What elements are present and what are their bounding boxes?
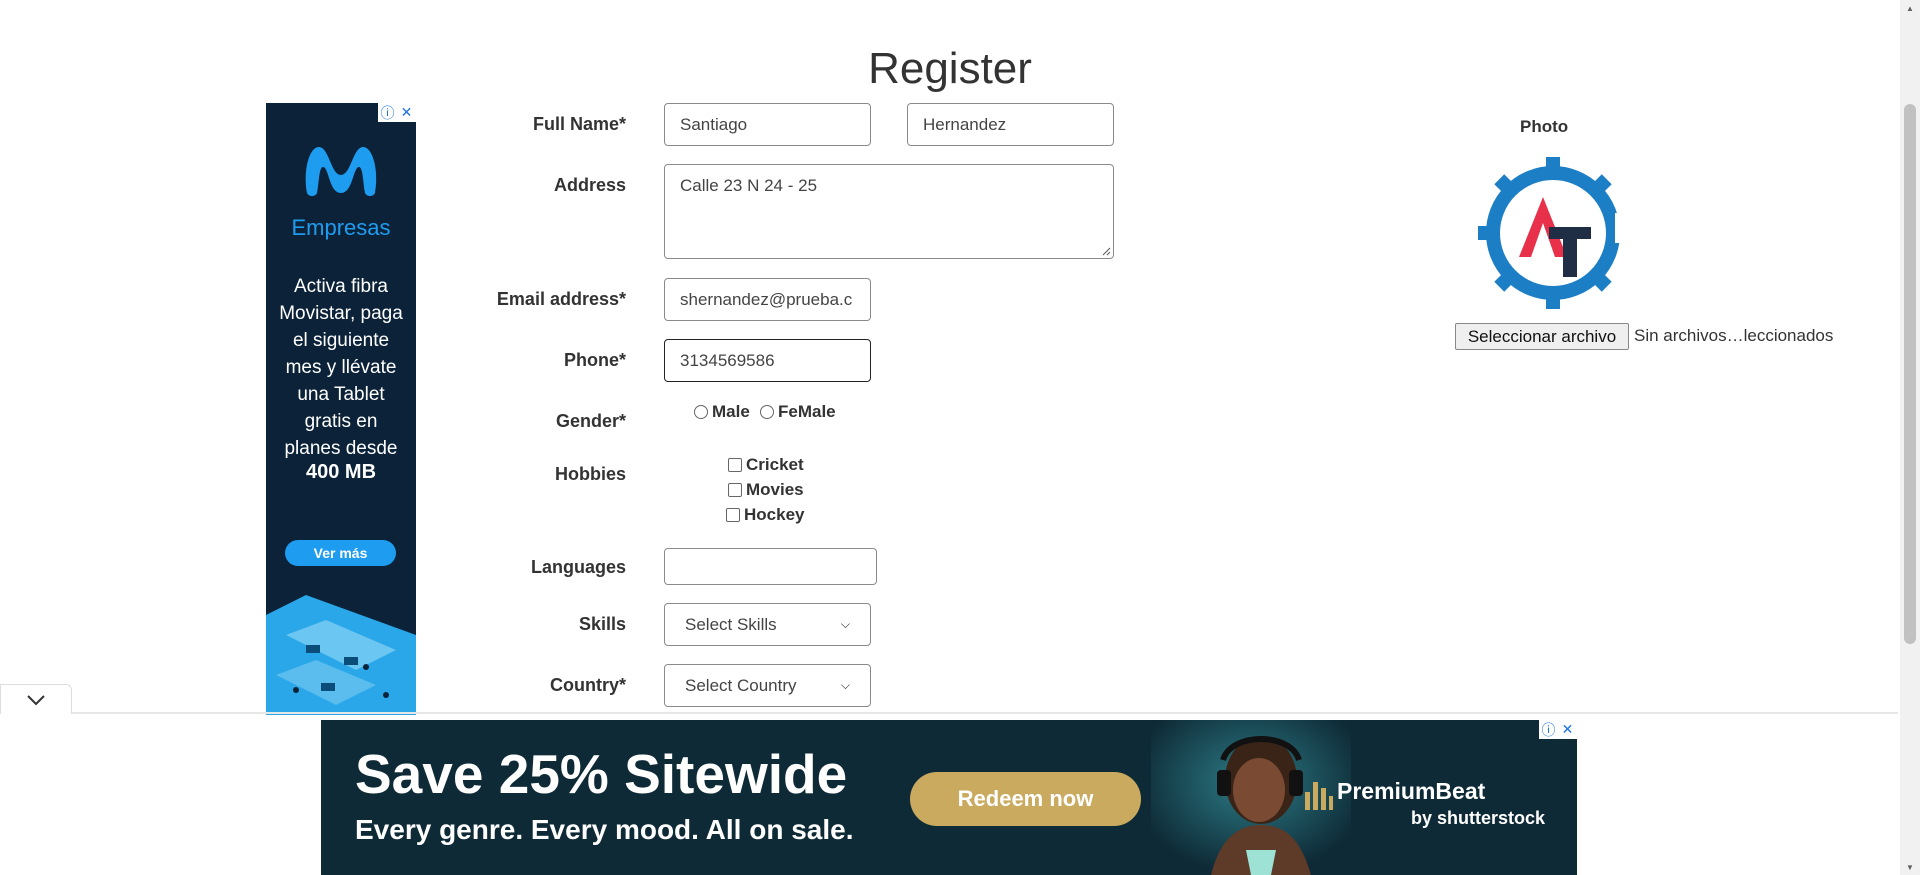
- ad-copy: Activa fibra Movistar, paga el siguiente…: [266, 273, 416, 462]
- ad-copy-line: una Tablet: [297, 384, 385, 405]
- bottom-ad-banner[interactable]: ⓘ ✕ Save 25% Sitewide Every genre. Every…: [321, 720, 1577, 875]
- scroll-up-arrow-icon[interactable]: ▲: [1900, 0, 1920, 16]
- info-icon[interactable]: ⓘ: [1539, 720, 1558, 739]
- email-label: Email address*: [496, 289, 626, 309]
- ad-copy-line: el siguiente: [292, 330, 390, 351]
- gender-option-label: Male: [712, 402, 750, 421]
- ad-divider: [0, 712, 1898, 714]
- ad-brand-sub: by shutterstock: [1411, 808, 1546, 828]
- hobby-movies-checkbox[interactable]: Movies: [728, 480, 804, 500]
- scrollbar-thumb[interactable]: [1904, 104, 1916, 644]
- gender-male-radio[interactable]: Male: [694, 402, 750, 422]
- checkbox-control[interactable]: [728, 458, 742, 472]
- collapse-ad-button[interactable]: [0, 684, 72, 714]
- first-name-input[interactable]: Santiago: [664, 103, 871, 146]
- languages-label: Languages: [530, 557, 626, 577]
- gender-female-radio[interactable]: FeMale: [760, 402, 836, 422]
- ad-brand: PremiumBeat: [1337, 778, 1486, 804]
- skills-select[interactable]: Select Skills ⌵: [664, 603, 871, 646]
- left-ad-banner[interactable]: ⓘ ✕ Empresas Activa fibra Movistar, paga…: [266, 103, 416, 715]
- info-icon[interactable]: ⓘ: [378, 103, 397, 122]
- ad-copy-line: gratis en: [304, 411, 378, 432]
- phone-input[interactable]: 3134569586: [664, 339, 871, 382]
- chevron-down-icon: [27, 694, 45, 705]
- photo-label: Photo: [1520, 117, 1569, 136]
- email-input[interactable]: shernandez@prueba.c: [664, 278, 871, 321]
- scroll-down-arrow-icon[interactable]: ▼: [1900, 859, 1920, 875]
- country-select[interactable]: Select Country ⌵: [664, 664, 871, 707]
- hobbies-label: Hobbies: [554, 464, 626, 484]
- checkbox-control[interactable]: [728, 483, 742, 497]
- chevron-down-icon: ⌵: [840, 678, 850, 692]
- ad-copy-line: mes y llévate: [285, 357, 397, 378]
- ad-copy-line: Movistar, paga: [279, 303, 403, 324]
- ad-highlight: 400 MB: [305, 461, 377, 483]
- page-title: Register: [868, 44, 1032, 93]
- ad-cta-button[interactable]: Ver más: [285, 540, 396, 566]
- premiumbeat-bars-logo: [1305, 782, 1333, 810]
- resize-grip-icon[interactable]: [1101, 246, 1111, 256]
- close-icon[interactable]: ✕: [397, 103, 416, 122]
- ad-copy-line: planes desde: [284, 438, 398, 459]
- file-status-text: Sin archivos…leccionados: [1634, 326, 1834, 345]
- country-label: Country*: [550, 675, 626, 695]
- at-gear-logo: [1478, 157, 1628, 309]
- ad-brand-name: Empresas: [291, 215, 391, 240]
- radio-control[interactable]: [760, 405, 774, 419]
- chevron-down-icon: ⌵: [840, 617, 850, 631]
- hobby-cricket-checkbox[interactable]: Cricket: [728, 455, 804, 475]
- address-textarea[interactable]: Calle 23 N 24 - 25: [664, 164, 1114, 259]
- ad-illustration: [266, 595, 416, 715]
- ad-subline: Every genre. Every mood. All on sale.: [355, 814, 854, 845]
- gender-label: Gender*: [555, 411, 626, 431]
- checkbox-control[interactable]: [726, 508, 740, 522]
- phone-label: Phone*: [563, 350, 626, 370]
- address-value: Calle 23 N 24 - 25: [680, 176, 818, 195]
- hobby-label: Cricket: [746, 455, 804, 474]
- choose-file-button[interactable]: Seleccionar archivo: [1455, 323, 1629, 350]
- address-label: Address: [553, 175, 626, 195]
- languages-input[interactable]: [664, 548, 877, 585]
- ad-headline: Save 25% Sitewide: [355, 743, 848, 805]
- hobby-hockey-checkbox[interactable]: Hockey: [726, 505, 804, 525]
- last-name-input[interactable]: Hernandez: [907, 103, 1114, 146]
- skills-selected-value: Select Skills: [685, 614, 777, 634]
- movistar-m-logo: [305, 147, 377, 196]
- ad-controls: ⓘ ✕: [1539, 720, 1577, 739]
- hobby-label: Hockey: [744, 505, 805, 524]
- close-icon[interactable]: ✕: [1558, 720, 1577, 739]
- full-name-label: Full Name*: [532, 114, 626, 134]
- redeem-now-button[interactable]: Redeem now: [910, 772, 1141, 826]
- radio-control[interactable]: [694, 405, 708, 419]
- hobby-label: Movies: [746, 480, 804, 499]
- ad-controls: ⓘ ✕: [378, 103, 416, 122]
- gender-option-label: FeMale: [778, 402, 836, 421]
- skills-label: Skills: [578, 614, 626, 634]
- country-selected-value: Select Country: [685, 675, 797, 695]
- page-scrollbar[interactable]: ▲ ▼: [1900, 0, 1920, 875]
- ad-copy-line: Activa fibra: [294, 276, 388, 297]
